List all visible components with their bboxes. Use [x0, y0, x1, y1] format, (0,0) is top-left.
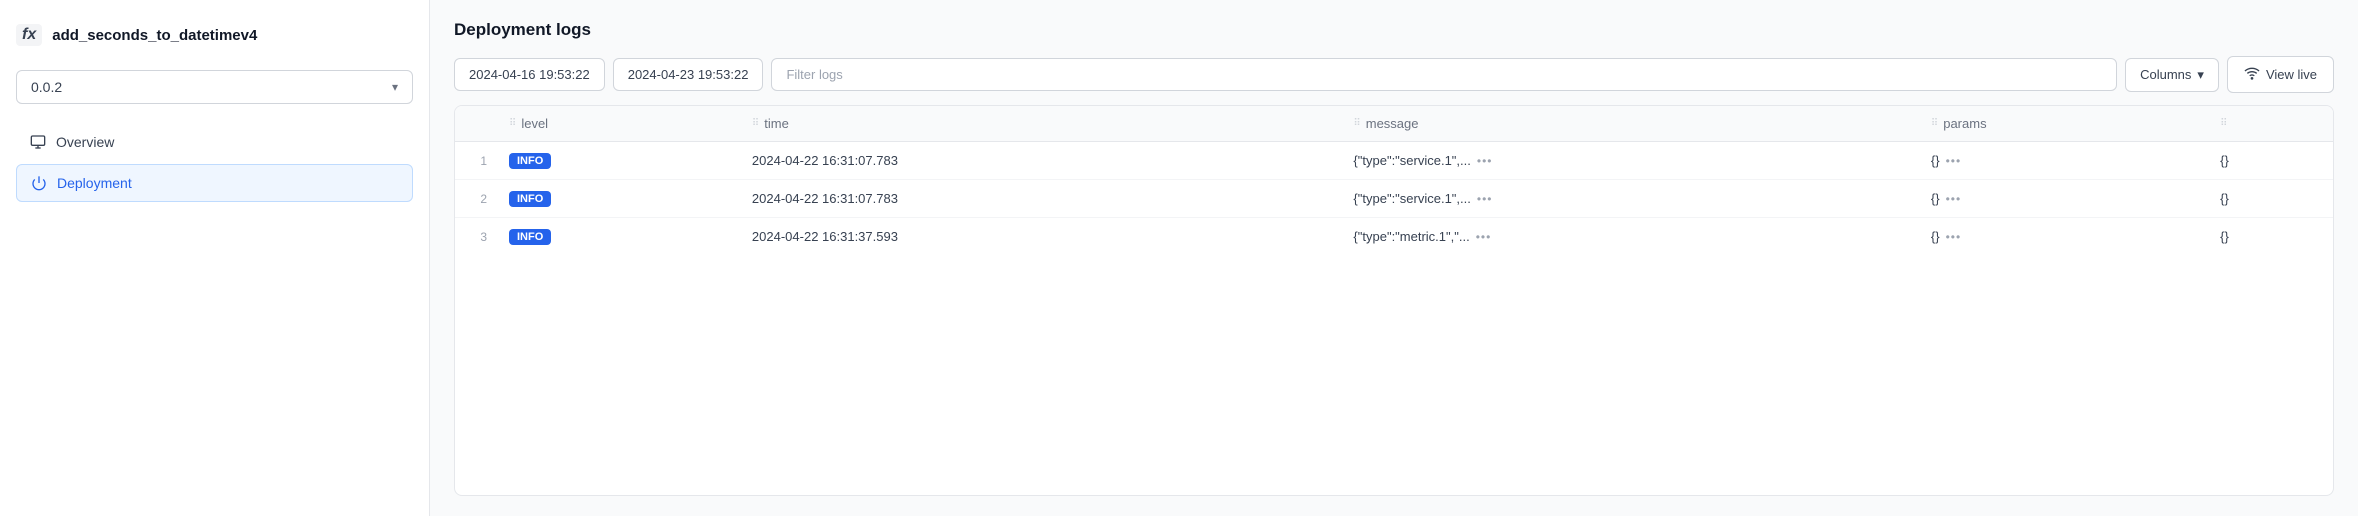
cell-params: {} ••• — [1917, 218, 2206, 256]
params-value: {} — [1931, 229, 1940, 244]
extra-value: {} — [2220, 153, 2229, 168]
cell-params: {} ••• — [1917, 180, 2206, 218]
grip-icon: ⠿ — [752, 118, 759, 129]
cell-message: {"type":"metric.1","... ••• — [1339, 218, 1916, 256]
extra-value: {} — [2220, 229, 2229, 244]
main-content: Deployment logs 2024-04-16 19:53:22 2024… — [430, 0, 2358, 516]
cell-params: {} ••• — [1917, 142, 2206, 180]
table-row: 3 INFO 2024-04-22 16:31:37.593 {"type":"… — [455, 218, 2333, 256]
date-start-input[interactable]: 2024-04-16 19:53:22 — [454, 58, 605, 91]
sidebar-nav: Overview Deployment — [16, 124, 413, 202]
grip-icon: ⠿ — [1353, 118, 1360, 129]
cell-extra: {} — [2206, 218, 2333, 256]
sidebar-item-deployment-label: Deployment — [57, 175, 132, 191]
grip-icon: ⠿ — [509, 118, 516, 129]
cell-level: INFO — [495, 180, 738, 218]
col-message-label: message — [1366, 116, 1419, 131]
message-ellipsis[interactable]: ••• — [1476, 230, 1492, 244]
message-text: {"type":"service.1",... — [1353, 191, 1470, 206]
params-ellipsis[interactable]: ••• — [1946, 192, 1962, 206]
cell-level: INFO — [495, 142, 738, 180]
section-title: Deployment logs — [454, 20, 2334, 40]
columns-button[interactable]: Columns ▾ — [2125, 58, 2219, 92]
params-ellipsis[interactable]: ••• — [1946, 154, 1962, 168]
col-level-label: level — [521, 116, 548, 131]
params-value: {} — [1931, 191, 1940, 206]
cell-message: {"type":"service.1",... ••• — [1339, 180, 1916, 218]
cell-time: 2024-04-22 16:31:37.593 — [738, 218, 1340, 256]
chevron-down-icon: ▾ — [392, 80, 398, 94]
version-dropdown[interactable]: 0.0.2 ▾ — [16, 70, 413, 104]
cell-extra: {} — [2206, 142, 2333, 180]
version-value: 0.0.2 — [31, 79, 62, 95]
col-header-level[interactable]: ⠿ level — [495, 106, 738, 142]
logs-table: ⠿ level ⠿ time ⠿ message — [455, 106, 2333, 255]
wifi-icon — [2244, 65, 2260, 84]
sidebar-item-deployment[interactable]: Deployment — [16, 164, 413, 202]
filter-logs-input[interactable]: Filter logs — [771, 58, 2117, 91]
cell-message: {"type":"service.1",... ••• — [1339, 142, 1916, 180]
table-body: 1 INFO 2024-04-22 16:31:07.783 {"type":"… — [455, 142, 2333, 256]
level-badge: INFO — [509, 153, 551, 169]
grip-icon: ⠿ — [1931, 118, 1938, 129]
date-end-input[interactable]: 2024-04-23 19:53:22 — [613, 58, 764, 91]
columns-label: Columns — [2140, 67, 2191, 82]
sidebar-item-overview-label: Overview — [56, 134, 114, 150]
cell-extra: {} — [2206, 180, 2333, 218]
col-header-params[interactable]: ⠿ params — [1917, 106, 2206, 142]
message-text: {"type":"service.1",... — [1353, 153, 1470, 168]
function-header: fx add_seconds_to_datetimev4 — [16, 24, 413, 58]
col-header-time[interactable]: ⠿ time — [738, 106, 1340, 142]
chevron-down-icon: ▾ — [2197, 67, 2204, 83]
cell-level: INFO — [495, 218, 738, 256]
sidebar-item-overview[interactable]: Overview — [16, 124, 413, 160]
message-ellipsis[interactable]: ••• — [1477, 192, 1493, 206]
table-row: 1 INFO 2024-04-22 16:31:07.783 {"type":"… — [455, 142, 2333, 180]
row-number: 3 — [455, 218, 495, 256]
params-ellipsis[interactable]: ••• — [1946, 230, 1962, 244]
col-time-label: time — [764, 116, 789, 131]
col-header-message[interactable]: ⠿ message — [1339, 106, 1916, 142]
grip-icon: ⠿ — [2220, 118, 2227, 129]
table-row: 2 INFO 2024-04-22 16:31:07.783 {"type":"… — [455, 180, 2333, 218]
power-icon — [31, 175, 47, 191]
message-text: {"type":"metric.1","... — [1353, 229, 1469, 244]
table-header-row: ⠿ level ⠿ time ⠿ message — [455, 106, 2333, 142]
monitor-icon — [30, 134, 46, 150]
params-value: {} — [1931, 153, 1940, 168]
cell-time: 2024-04-22 16:31:07.783 — [738, 180, 1340, 218]
sidebar: fx add_seconds_to_datetimev4 0.0.2 ▾ Ove… — [0, 0, 430, 516]
extra-value: {} — [2220, 191, 2229, 206]
col-header-extra[interactable]: ⠿ — [2206, 106, 2333, 142]
row-number: 1 — [455, 142, 495, 180]
view-live-label: View live — [2266, 67, 2317, 82]
row-number: 2 — [455, 180, 495, 218]
col-params-label: params — [1943, 116, 1986, 131]
cell-time: 2024-04-22 16:31:07.783 — [738, 142, 1340, 180]
function-name: add_seconds_to_datetimev4 — [52, 27, 257, 44]
fx-icon: fx — [16, 24, 42, 46]
logs-table-container: ⠿ level ⠿ time ⠿ message — [454, 105, 2334, 496]
view-live-button[interactable]: View live — [2227, 56, 2334, 93]
col-header-rownum — [455, 106, 495, 142]
level-badge: INFO — [509, 229, 551, 245]
level-badge: INFO — [509, 191, 551, 207]
toolbar: 2024-04-16 19:53:22 2024-04-23 19:53:22 … — [454, 56, 2334, 93]
message-ellipsis[interactable]: ••• — [1477, 154, 1493, 168]
